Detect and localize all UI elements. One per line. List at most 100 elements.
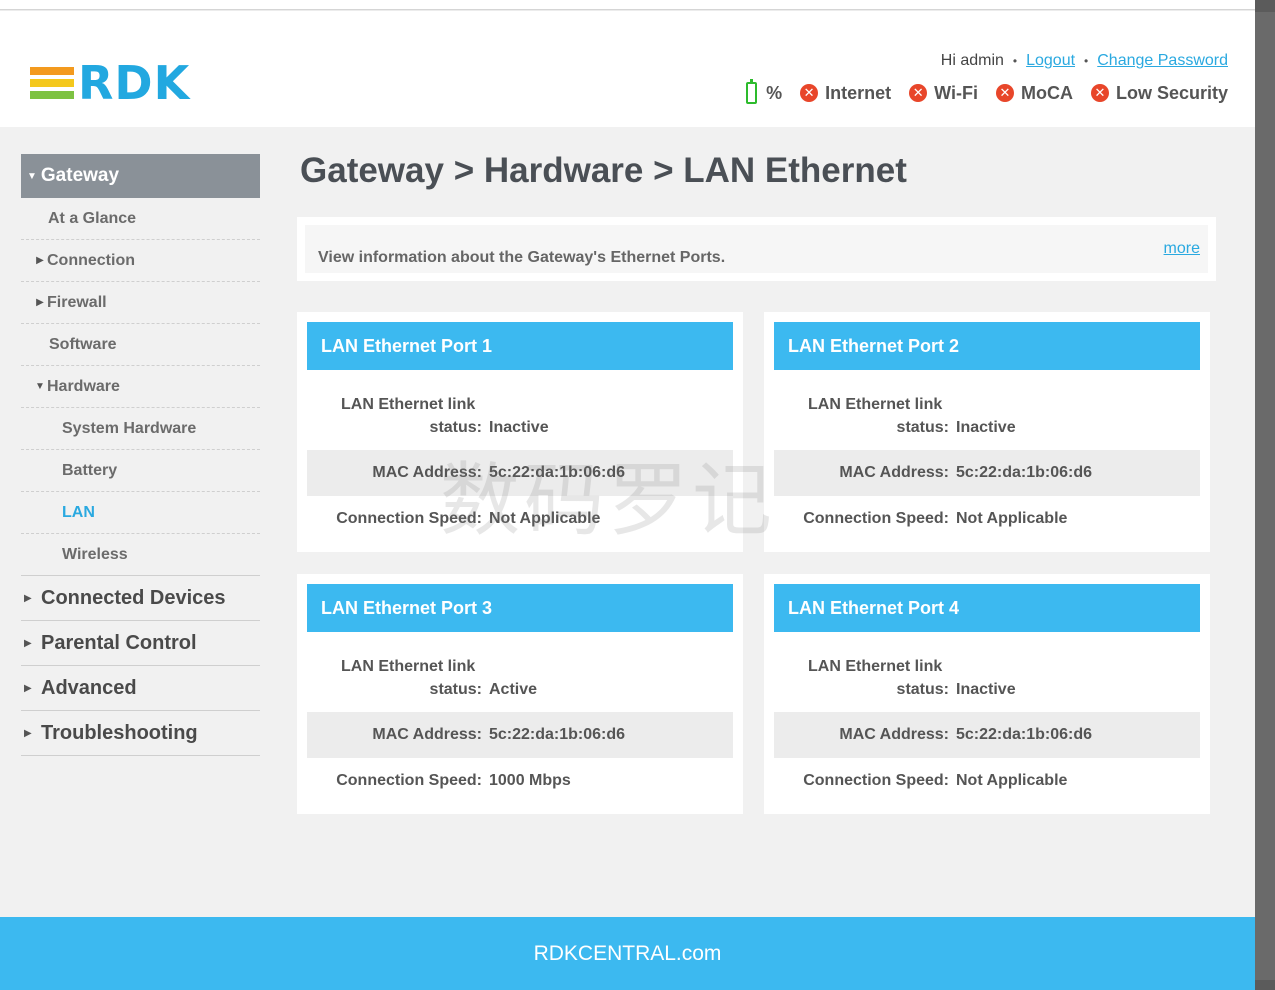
- sidebar: ▼ Gateway At a Glance ▶ Connection ▶ Fir…: [21, 154, 260, 756]
- sidebar-item-label: Gateway: [40, 165, 120, 186]
- sidebar-item-gateway[interactable]: ▼ Gateway: [21, 154, 260, 198]
- mac-row: MAC Address: 5c:22:da:1b:06:d6: [307, 450, 733, 496]
- mac-row: MAC Address: 5c:22:da:1b:06:d6: [774, 450, 1200, 496]
- mac-value: 5c:22:da:1b:06:d6: [489, 726, 626, 743]
- logo-text: RDK: [78, 56, 191, 110]
- status-label: status:: [429, 681, 482, 698]
- sidebar-item-label: Connection: [47, 251, 135, 269]
- error-icon: ✕: [1090, 84, 1109, 102]
- port-title: LAN Ethernet Port 3: [307, 584, 733, 632]
- sidebar-item-label: Advanced: [41, 676, 137, 699]
- sidebar-item-troubleshooting[interactable]: ▶ Troubleshooting: [21, 711, 260, 756]
- port-card: LAN Ethernet Port 4 LAN Ethernet link sta…: [764, 574, 1210, 814]
- speed-value: 1000 Mbps: [489, 772, 571, 789]
- sidebar-item-lan[interactable]: LAN: [21, 492, 260, 534]
- sidebar-item-label: At a Glance: [48, 209, 137, 227]
- error-icon: ✕: [909, 84, 928, 102]
- sidebar-item-software[interactable]: Software: [21, 324, 260, 366]
- speed-row: Connection Speed: Not Applicable: [307, 496, 733, 542]
- moca-status[interactable]: ✕ MoCA: [995, 82, 1073, 104]
- caret-right-icon: ▶: [36, 255, 44, 266]
- port-card: LAN Ethernet Port 1 LAN Ethernet link sta…: [297, 312, 743, 552]
- speed-value: Not Applicable: [956, 772, 1068, 789]
- change-password-link[interactable]: Change Password: [1097, 52, 1228, 70]
- sidebar-item-label: LAN: [62, 503, 95, 521]
- logo-bars: [30, 67, 74, 99]
- sidebar-item-connection[interactable]: ▶ Connection: [21, 240, 260, 282]
- separator: •: [1084, 54, 1089, 68]
- wifi-status[interactable]: ✕ Wi-Fi: [909, 83, 978, 104]
- link-status-value: Inactive: [489, 419, 549, 436]
- more-link[interactable]: more: [1164, 240, 1200, 258]
- sidebar-item-label: Parental Control: [41, 631, 197, 654]
- sidebar-item-system-hardware[interactable]: System Hardware: [21, 408, 260, 450]
- page-title: Gateway > Hardware > LAN Ethernet: [300, 151, 907, 190]
- status-label: status:: [896, 419, 949, 436]
- error-icon: ✕: [995, 84, 1014, 102]
- sidebar-item-label: Hardware: [47, 377, 120, 395]
- port-card: LAN Ethernet Port 2 LAN Ethernet link sta…: [764, 312, 1210, 552]
- sidebar-item-wireless[interactable]: Wireless: [21, 534, 260, 576]
- battery-icon: [746, 79, 758, 104]
- status-label: status:: [429, 419, 482, 436]
- mac-label: MAC Address:: [839, 726, 949, 743]
- mac-value: 5c:22:da:1b:06:d6: [489, 464, 626, 481]
- status-label: status:: [896, 681, 949, 698]
- sidebar-item-label: Connected Devices: [41, 586, 226, 609]
- sidebar-item-label: System Hardware: [62, 419, 197, 437]
- mac-label: MAC Address:: [839, 464, 949, 481]
- site-header: RDK Hi admin • Logout • Change Password …: [0, 11, 1255, 127]
- separator: •: [1012, 54, 1018, 68]
- link-status-row: LAN Ethernet link status: Active: [307, 632, 733, 712]
- sidebar-item-label: Battery: [62, 461, 118, 479]
- port-title: LAN Ethernet Port 2: [774, 322, 1200, 370]
- mac-row: MAC Address: 5c:22:da:1b:06:d6: [774, 712, 1200, 758]
- sidebar-item-connected-devices[interactable]: ▶ Connected Devices: [21, 576, 260, 621]
- security-status[interactable]: ✕ Low Security: [1090, 82, 1228, 104]
- sidebar-item-at-a-glance[interactable]: At a Glance: [21, 198, 260, 240]
- speed-row: Connection Speed: Not Applicable: [774, 496, 1200, 542]
- sidebar-item-label: Troubleshooting: [41, 721, 198, 744]
- logout-link[interactable]: Logout: [1026, 52, 1075, 70]
- caret-right-icon: ▶: [24, 682, 32, 694]
- battery-status[interactable]: %: [746, 79, 782, 104]
- security-label: Low Security: [1115, 82, 1228, 103]
- wifi-label: Wi-Fi: [934, 82, 978, 103]
- intro-box: View information about the Gateway's Eth…: [297, 217, 1216, 281]
- internet-label: Internet: [825, 82, 892, 103]
- caret-down-icon: ▼: [27, 170, 37, 182]
- mac-label: MAC Address:: [372, 464, 482, 481]
- link-status-row: LAN Ethernet link status: Inactive: [307, 370, 733, 450]
- caret-right-icon: ▶: [24, 727, 32, 739]
- sidebar-item-label: Firewall: [47, 293, 107, 311]
- footer-link[interactable]: RDKCENTRAL.com: [534, 942, 722, 966]
- sidebar-item-firewall[interactable]: ▶ Firewall: [21, 282, 260, 324]
- link-label: LAN Ethernet link: [341, 396, 476, 413]
- internet-status[interactable]: ✕ Internet: [800, 83, 891, 104]
- sidebar-item-parental-control[interactable]: ▶ Parental Control: [21, 621, 260, 666]
- speed-row: Connection Speed: 1000 Mbps: [307, 758, 733, 804]
- moca-label: MoCA: [1020, 82, 1073, 103]
- link-status-value: Inactive: [956, 419, 1016, 436]
- port-title: LAN Ethernet Port 4: [774, 584, 1200, 632]
- sidebar-item-advanced[interactable]: ▶ Advanced: [21, 666, 260, 711]
- sidebar-item-battery[interactable]: Battery: [21, 450, 260, 492]
- speed-label: Connection Speed:: [803, 772, 949, 789]
- scrollbar-thumb[interactable]: [1255, 12, 1275, 980]
- page: RDK Hi admin • Logout • Change Password …: [0, 11, 1255, 990]
- speed-label: Connection Speed:: [803, 510, 949, 527]
- greeting: Hi admin: [940, 52, 1004, 69]
- rdk-logo[interactable]: RDK: [30, 56, 191, 110]
- sidebar-item-hardware[interactable]: ▼ Hardware: [21, 366, 260, 408]
- scrollbar[interactable]: [1255, 0, 1275, 990]
- link-label: LAN Ethernet link: [808, 396, 943, 413]
- speed-label: Connection Speed:: [336, 510, 482, 527]
- link-label: LAN Ethernet link: [341, 658, 476, 675]
- link-status-value: Inactive: [956, 681, 1016, 698]
- intro-text: View information about the Gateway's Eth…: [318, 249, 726, 266]
- top-border: [0, 0, 1255, 10]
- caret-right-icon: ▶: [24, 592, 32, 604]
- error-icon: ✕: [800, 84, 819, 102]
- caret-right-icon: ▶: [24, 637, 32, 649]
- speed-row: Connection Speed: Not Applicable: [774, 758, 1200, 804]
